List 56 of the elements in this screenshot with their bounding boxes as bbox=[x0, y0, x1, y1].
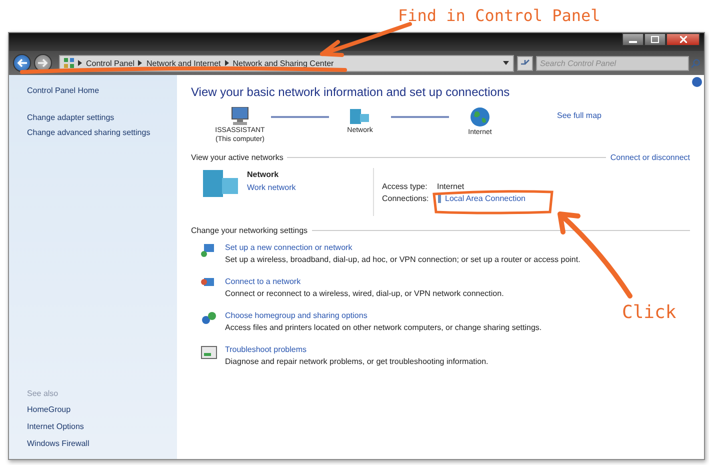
access-type-value: Internet bbox=[437, 182, 464, 191]
settings-task-link[interactable]: Troubleshoot problems bbox=[225, 345, 488, 354]
section-heading: Change your networking settings bbox=[191, 226, 308, 235]
connection-plug-icon bbox=[437, 194, 442, 203]
maximize-button[interactable] bbox=[644, 33, 666, 46]
breadcrumb[interactable]: Control Panel bbox=[86, 58, 134, 68]
troubleshoot-icon bbox=[201, 345, 217, 360]
network-name: Network bbox=[247, 170, 280, 179]
help-icon[interactable] bbox=[692, 77, 702, 87]
annotation-text: Find in Control Panel bbox=[398, 6, 600, 25]
search-icon bbox=[691, 58, 700, 68]
breadcrumb-separator-icon bbox=[138, 60, 142, 66]
forward-arrow-icon bbox=[38, 59, 48, 67]
sidebar-link[interactable]: Change advanced sharing settings bbox=[27, 127, 167, 138]
see-also-link[interactable]: Internet Options bbox=[27, 421, 167, 432]
settings-task-link[interactable]: Set up a new connection or network bbox=[225, 243, 580, 252]
breadcrumb[interactable]: Network and Sharing Center bbox=[232, 58, 334, 68]
maximize-icon bbox=[651, 36, 659, 43]
minimize-button[interactable] bbox=[622, 33, 644, 46]
dropdown-caret-icon[interactable] bbox=[503, 61, 509, 65]
back-button[interactable] bbox=[13, 54, 31, 72]
computer-icon bbox=[230, 107, 250, 125]
settings-task-link[interactable]: Choose homegroup and sharing options bbox=[225, 311, 542, 320]
connections-label: Connections: bbox=[382, 194, 430, 203]
search-field[interactable]: Search Control Panel bbox=[536, 56, 689, 70]
close-icon bbox=[680, 36, 686, 43]
settings-task-description: Diagnose and repair network problems, or get troubleshooting information. bbox=[225, 357, 488, 366]
refresh-icon bbox=[520, 58, 530, 68]
control-panel-icon bbox=[64, 58, 74, 68]
section-heading: View your active networks bbox=[191, 153, 284, 162]
settings-task-description: Connect or reconnect to a wireless, wired, dial-up, or VPN network connection. bbox=[225, 289, 504, 298]
connect-or-disconnect-link[interactable]: Connect or disconnect bbox=[610, 153, 690, 162]
see-also-link[interactable]: HomeGroup bbox=[27, 404, 167, 415]
network-type-link[interactable]: Work network bbox=[247, 183, 296, 192]
access-type-label: Access type: bbox=[382, 182, 428, 191]
see-full-map-link[interactable]: See full map bbox=[557, 111, 602, 120]
globe-icon bbox=[470, 107, 490, 127]
breadcrumb-separator-icon bbox=[224, 60, 229, 66]
see-also-heading: See also bbox=[27, 389, 60, 398]
settings-task-description: Set up a wireless, broadband, dial-up, ad hoc, or VPN connection; or set up a router or access point. bbox=[225, 255, 580, 264]
network-icon bbox=[203, 168, 239, 198]
close-button[interactable] bbox=[666, 33, 700, 46]
network-setup-icon bbox=[201, 243, 217, 258]
back-arrow-icon bbox=[17, 59, 27, 67]
sidebar-link[interactable]: Control Panel Home bbox=[27, 85, 167, 96]
breadcrumb[interactable]: Network and Internet bbox=[146, 58, 221, 68]
breadcrumb-separator-icon bbox=[78, 60, 82, 66]
refresh-button[interactable] bbox=[517, 56, 533, 70]
page-heading: View your basic network information and set up connections bbox=[191, 85, 511, 99]
see-also-link[interactable]: Windows Firewall bbox=[27, 438, 167, 449]
annotation-text: Click bbox=[622, 302, 676, 323]
settings-task-link[interactable]: Connect to a network bbox=[225, 277, 504, 286]
settings-task-description: Access files and printers located on other network computers, or change sharing settings. bbox=[225, 323, 542, 332]
network-icon bbox=[350, 107, 370, 125]
homegroup-icon bbox=[201, 311, 217, 326]
sidebar-link[interactable]: Change adapter settings bbox=[27, 112, 167, 123]
